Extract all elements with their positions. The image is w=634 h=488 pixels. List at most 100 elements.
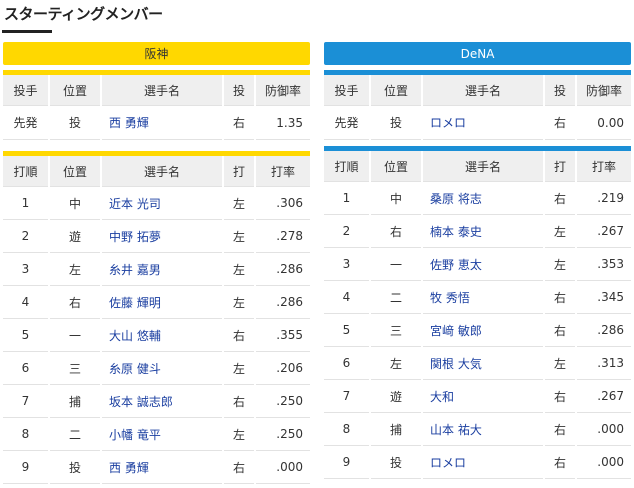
position: 中 <box>370 181 423 215</box>
table-row: 2 遊中野 拓夢左 .278 <box>3 219 310 253</box>
position: 投 <box>49 450 102 484</box>
player-name-link[interactable]: 糸原 健斗 <box>101 351 224 385</box>
batting-order: 8 <box>3 417 50 451</box>
pitcher-role: 先発 <box>3 105 50 140</box>
bats: 左 <box>223 252 256 286</box>
bats: 左 <box>223 351 256 385</box>
player-name-link[interactable]: ロメロ <box>422 105 545 140</box>
position: 左 <box>49 252 102 286</box>
col-header-avg: 打率 <box>576 148 631 182</box>
col-header-avg: 打率 <box>255 153 310 187</box>
batting-order: 6 <box>324 346 371 380</box>
col-header-batting-order: 打順 <box>3 153 50 187</box>
batting-order: 1 <box>3 186 50 220</box>
batting-average: .000 <box>576 412 631 446</box>
player-name-link[interactable]: 大山 悠輔 <box>101 318 224 352</box>
table-row: 1 中近本 光司左 .306 <box>3 186 310 220</box>
batting-order: 4 <box>324 280 371 314</box>
col-header-throws: 投 <box>223 72 256 106</box>
bats: 右 <box>544 379 577 413</box>
position: 三 <box>370 313 423 347</box>
table-row: 1 中桑原 将志右 .219 <box>324 181 631 215</box>
player-name-link[interactable]: 小幡 竜平 <box>101 417 224 451</box>
player-name-link[interactable]: 山本 祐大 <box>422 412 545 446</box>
pitcher-era: 1.35 <box>255 105 310 140</box>
table-row: 5 三宮﨑 敏郎右 .286 <box>324 313 631 347</box>
player-name-link[interactable]: 楠本 泰史 <box>422 214 545 248</box>
position: 一 <box>370 247 423 281</box>
batting-average: .353 <box>576 247 631 281</box>
player-name-link[interactable]: 佐藤 輝明 <box>101 285 224 319</box>
batting-average: .286 <box>576 313 631 347</box>
player-name-link[interactable]: 牧 秀悟 <box>422 280 545 314</box>
table-row: 3 一佐野 恵太左 .353 <box>324 247 631 281</box>
table-row: 9投西 勇輝右 .000 <box>3 450 310 484</box>
position: 二 <box>49 417 102 451</box>
col-header-player-name: 選手名 <box>422 72 545 106</box>
bats: 右 <box>544 445 577 479</box>
col-header-position: 位置 <box>49 153 102 187</box>
batting-order: 8 <box>324 412 371 446</box>
position: 右 <box>49 285 102 319</box>
col-header-pitcher: 投手 <box>324 72 371 106</box>
batting-average: .000 <box>576 445 631 479</box>
batting-average: .306 <box>255 186 310 220</box>
bats: 右 <box>223 384 256 418</box>
table-row: 先発 投 ロメロ 右 0.00 <box>324 105 631 140</box>
position: 遊 <box>49 219 102 253</box>
col-header-bats: 打 <box>544 148 577 182</box>
col-header-player-name: 選手名 <box>422 148 545 182</box>
batting-order: 5 <box>324 313 371 347</box>
bats: 左 <box>223 417 256 451</box>
bats: 右 <box>544 412 577 446</box>
table-row: 5 一大山 悠輔右 .355 <box>3 318 310 352</box>
batting-average: .206 <box>255 351 310 385</box>
player-name-link[interactable]: 関根 大気 <box>422 346 545 380</box>
player-name-link[interactable]: 中野 拓夢 <box>101 219 224 253</box>
pitcher-hand: 右 <box>544 105 577 140</box>
position: 二 <box>370 280 423 314</box>
pitcher-position: 投 <box>49 105 102 140</box>
player-name-link[interactable]: 桑原 将志 <box>422 181 545 215</box>
pitcher-era: 0.00 <box>576 105 631 140</box>
batting-order: 7 <box>3 384 50 418</box>
batting-order: 6 <box>3 351 50 385</box>
player-name-link[interactable]: 佐野 恵太 <box>422 247 545 281</box>
batting-order: 2 <box>3 219 50 253</box>
col-header-bats: 打 <box>223 153 256 187</box>
player-name-link[interactable]: 西 勇輝 <box>101 450 224 484</box>
position: 捕 <box>49 384 102 418</box>
player-name-link[interactable]: 大和 <box>422 379 545 413</box>
player-name-link[interactable]: 宮﨑 敏郎 <box>422 313 545 347</box>
table-row: 9 投ロメロ右 .000 <box>324 445 631 479</box>
player-name-link[interactable]: 近本 光司 <box>101 186 224 220</box>
batting-average: .313 <box>576 346 631 380</box>
bats: 左 <box>223 219 256 253</box>
table-row: 6 左関根 大気左 .313 <box>324 346 631 380</box>
batting-order: 3 <box>324 247 371 281</box>
position: 遊 <box>370 379 423 413</box>
table-row: 6 三糸原 健斗左 .206 <box>3 351 310 385</box>
col-header-era: 防御率 <box>255 72 310 106</box>
batting-average: .250 <box>255 417 310 451</box>
bats: 左 <box>223 186 256 220</box>
player-name-link[interactable]: 西 勇輝 <box>101 105 224 140</box>
bats: 右 <box>223 318 256 352</box>
dena-lineup-table: 打順 位置 選手名 打 打率 1 中桑原 将志右 .219 2 右楠本 泰史左 .267 3… <box>324 146 631 479</box>
batting-order: 3 <box>3 252 50 286</box>
title-underline <box>2 30 52 33</box>
player-name-link[interactable]: 坂本 誠志郎 <box>101 384 224 418</box>
batting-order: 9 <box>3 450 50 484</box>
player-name-link[interactable]: ロメロ <box>422 445 545 479</box>
player-name-link[interactable]: 糸井 嘉男 <box>101 252 224 286</box>
team-header-dena: DeNA <box>324 42 631 65</box>
bats: 右 <box>544 313 577 347</box>
table-row: 8 二小幡 竜平左 .250 <box>3 417 310 451</box>
position: 中 <box>49 186 102 220</box>
batting-order: 5 <box>3 318 50 352</box>
position: 左 <box>370 346 423 380</box>
position: 三 <box>49 351 102 385</box>
bats: 右 <box>223 450 256 484</box>
col-header-position: 位置 <box>370 72 423 106</box>
table-row: 2 右楠本 泰史左 .267 <box>324 214 631 248</box>
